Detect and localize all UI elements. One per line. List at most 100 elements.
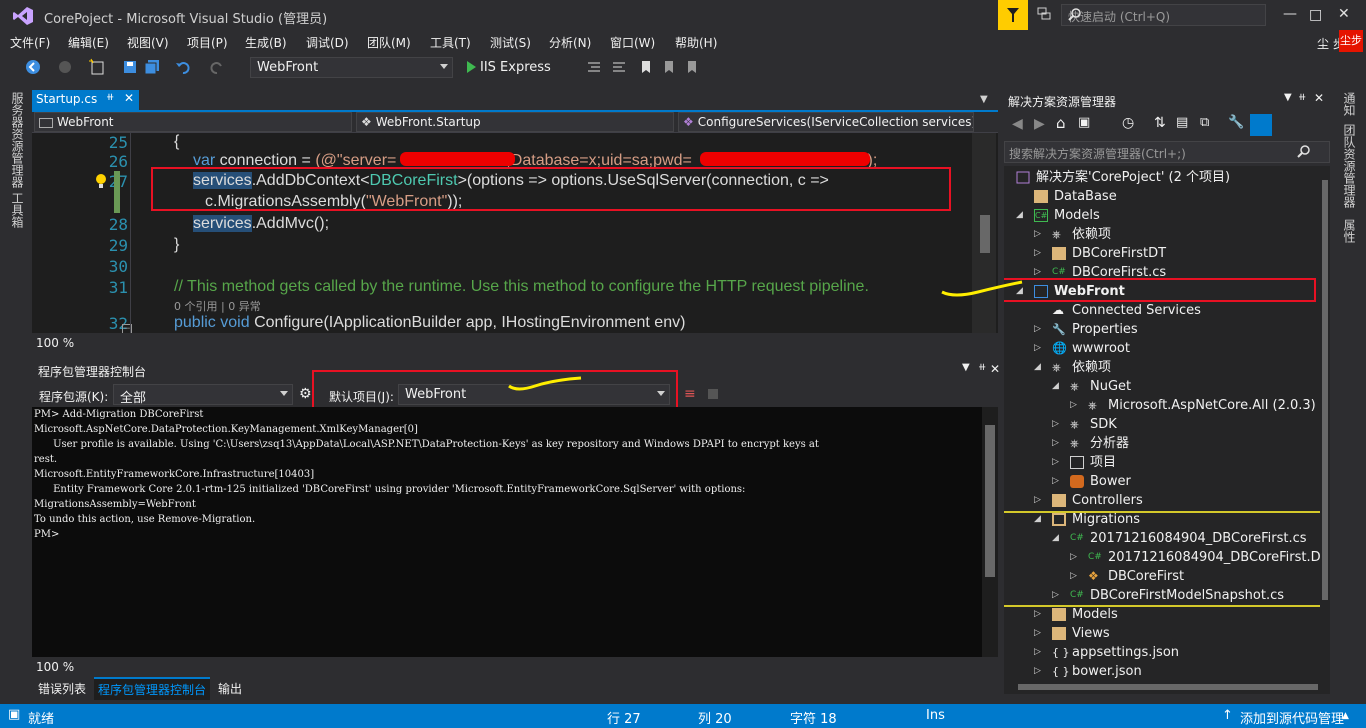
tab-startup-cs[interactable]: Startup.cs ⧺ ✕	[32, 90, 139, 110]
sync-icon[interactable]: ▣	[1078, 115, 1090, 130]
collapsed-arrow-icon[interactable]: ▷	[1034, 339, 1044, 358]
zoom-level[interactable]: 100 %	[36, 660, 74, 674]
run-target-label[interactable]: IIS Express	[480, 60, 551, 75]
tab-overflow-icon[interactable]: ▼	[980, 94, 988, 105]
clear-console-icon[interactable]: ≡	[684, 386, 696, 402]
feedback-icon[interactable]	[1036, 6, 1052, 22]
pending-changes-icon[interactable]: ◷	[1122, 115, 1134, 131]
pin-icon[interactable]: ⧺	[978, 362, 986, 373]
collapsed-arrow-icon[interactable]: ▷	[1034, 244, 1044, 263]
collapsed-arrow-icon[interactable]: ▷	[1034, 225, 1044, 244]
close-tab-icon[interactable]: ✕	[124, 91, 134, 105]
bookmark-icon[interactable]	[637, 58, 655, 76]
package-source-select[interactable]: 全部	[113, 384, 293, 406]
collapse-all-icon[interactable]: ▤	[1176, 115, 1188, 130]
back-icon[interactable]: ◀	[1012, 116, 1023, 132]
menu-test[interactable]: 测试(S)	[490, 34, 531, 51]
undo-icon[interactable]	[174, 58, 192, 76]
menu-help[interactable]: 帮助(H)	[675, 34, 717, 51]
quick-launch-input[interactable]: 快速启动 (Ctrl+Q)	[1061, 4, 1266, 26]
settings-icon[interactable]: ⚙	[299, 386, 312, 402]
comment-icon[interactable]	[610, 58, 628, 76]
editor-vertical-scrollbar[interactable]	[972, 133, 996, 333]
source-control-chevron-icon[interactable]: ▲	[1342, 711, 1349, 721]
search-icon[interactable]	[1297, 144, 1311, 158]
collapsed-arrow-icon[interactable]: ▷	[1052, 472, 1062, 491]
collapsed-arrow-icon[interactable]: ▷	[1034, 643, 1044, 662]
code-editor[interactable]: 25 26 27 28 29 30 31 32 − { var connecti…	[32, 133, 998, 333]
forward-icon[interactable]: ▶	[1034, 116, 1045, 132]
menu-analyze[interactable]: 分析(N)	[549, 34, 591, 51]
nav-project-select[interactable]: WebFront	[34, 112, 352, 132]
collapsed-arrow-icon[interactable]: ▷	[1034, 320, 1044, 339]
lightbulb-icon[interactable]	[94, 172, 108, 190]
scroll-thumb[interactable]	[1322, 180, 1328, 600]
zoom-level[interactable]: 100 %	[36, 336, 74, 350]
collapsed-arrow-icon[interactable]: ▷	[1052, 415, 1062, 434]
home-icon[interactable]: ⌂	[1056, 114, 1066, 132]
maximize-button[interactable]: □	[1309, 7, 1322, 23]
close-button[interactable]: ✕	[1338, 6, 1350, 22]
forward-icon[interactable]	[56, 58, 74, 76]
pin-icon[interactable]: ⧺	[1298, 92, 1306, 103]
prev-bookmark-icon[interactable]	[660, 58, 678, 76]
menu-file[interactable]: 文件(F)	[10, 34, 50, 51]
dropdown-icon[interactable]: ▼	[962, 362, 970, 373]
menu-team[interactable]: 团队(M)	[367, 34, 411, 51]
startup-project-select[interactable]: WebFront	[250, 57, 453, 78]
close-icon[interactable]: ✕	[1314, 91, 1324, 105]
redo-icon[interactable]	[208, 58, 226, 76]
dropdown-icon[interactable]: ▼	[1284, 92, 1292, 103]
properties-icon[interactable]: 🔧	[1228, 115, 1244, 130]
upload-icon[interactable]: ↑	[1222, 708, 1233, 723]
expanded-arrow-icon[interactable]: ◢	[1052, 377, 1062, 396]
notifications-tab[interactable]: 通知	[1341, 92, 1358, 116]
close-icon[interactable]: ✕	[990, 362, 1000, 376]
user-avatar[interactable]: 尘步	[1339, 30, 1363, 52]
menu-window[interactable]: 窗口(W)	[610, 34, 655, 51]
tab-output[interactable]: 输出	[218, 680, 242, 697]
collapsed-arrow-icon[interactable]: ▷	[1034, 662, 1044, 680]
tab-error-list[interactable]: 错误列表	[38, 680, 86, 697]
show-all-files-icon[interactable]: ⧉	[1200, 115, 1209, 130]
minimize-button[interactable]: —	[1283, 6, 1297, 22]
collapsed-arrow-icon[interactable]: ▷	[1034, 624, 1044, 643]
save-icon[interactable]	[121, 58, 139, 76]
codelens-info[interactable]: 0 个引用 | 0 异常	[174, 298, 261, 314]
preview-selected-icon[interactable]	[1250, 114, 1272, 136]
scroll-thumb[interactable]	[1018, 684, 1318, 690]
properties-tab[interactable]: 属性	[1341, 219, 1358, 243]
refresh-icon[interactable]: ⇅	[1154, 115, 1166, 131]
toolbox-tab[interactable]: 工具箱	[9, 192, 26, 228]
collapsed-arrow-icon[interactable]: ▷	[1034, 491, 1044, 510]
back-icon[interactable]	[24, 58, 42, 76]
collapsed-arrow-icon[interactable]: ▷	[1052, 453, 1062, 472]
notification-flag-icon[interactable]	[998, 0, 1028, 30]
toggle-formatting-icon[interactable]	[585, 58, 603, 76]
expanded-arrow-icon[interactable]: ◢	[1016, 206, 1026, 225]
tab-package-manager-console[interactable]: 程序包管理器控制台	[94, 677, 211, 700]
collapsed-arrow-icon[interactable]: ▷	[1070, 396, 1080, 415]
stop-icon[interactable]	[708, 389, 718, 399]
console-scrollbar[interactable]	[982, 407, 998, 657]
scroll-thumb[interactable]	[980, 215, 990, 253]
menu-edit[interactable]: 编辑(E)	[68, 34, 109, 51]
menu-build[interactable]: 生成(B)	[245, 34, 287, 51]
expanded-arrow-icon[interactable]: ◢	[1034, 358, 1044, 377]
collapsed-arrow-icon[interactable]: ▷	[1052, 434, 1062, 453]
menu-project[interactable]: 项目(P)	[187, 34, 228, 51]
solution-explorer-search-input[interactable]: 搜索解决方案资源管理器(Ctrl+;)	[1004, 141, 1330, 163]
tree-vertical-scrollbar[interactable]	[1320, 166, 1330, 680]
solution-explorer-tree[interactable]: 解决方案'CorePoject' (2 个项目) DataBase ◢ C# M…	[1004, 166, 1330, 680]
server-explorer-tab[interactable]: 服务器资源管理器	[9, 92, 26, 188]
next-bookmark-icon[interactable]	[683, 58, 701, 76]
pin-icon[interactable]: ⧺	[106, 92, 114, 103]
nav-class-select[interactable]: ❖ WebFront.Startup	[356, 112, 674, 132]
team-explorer-tab[interactable]: 团队资源管理器	[1341, 124, 1358, 208]
scroll-thumb[interactable]	[985, 425, 995, 577]
menu-view[interactable]: 视图(V)	[127, 34, 169, 51]
menu-debug[interactable]: 调试(D)	[306, 34, 349, 51]
source-control-button[interactable]: 添加到源代码管理	[1240, 708, 1344, 727]
console-output[interactable]: PM> Add-Migration DBCoreFirst Microsoft.…	[32, 407, 982, 657]
tree-horizontal-scrollbar[interactable]	[1004, 680, 1330, 694]
